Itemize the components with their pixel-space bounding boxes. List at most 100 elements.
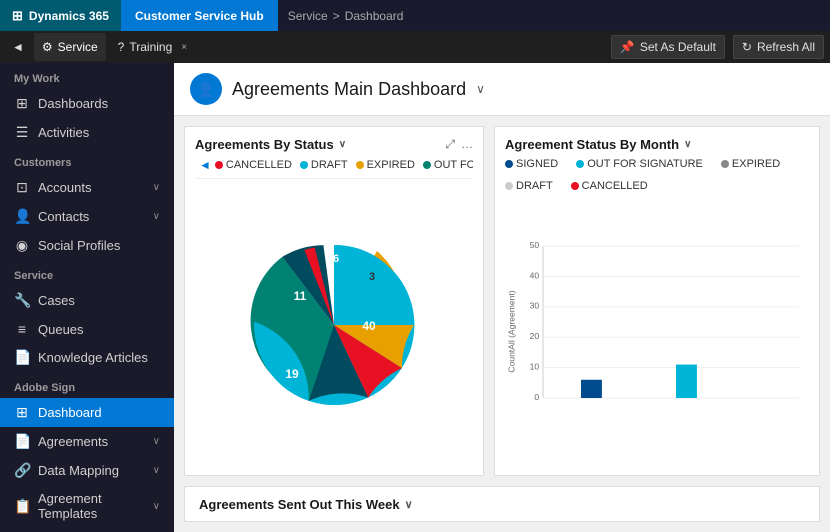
dynamics365-logo[interactable]: ⊞ Dynamics 365 bbox=[0, 0, 121, 31]
bar-out-for-sig-dot bbox=[576, 160, 584, 168]
data-mapping-icon: 🔗 bbox=[14, 462, 30, 479]
queues-icon: ≡ bbox=[14, 321, 30, 337]
tab-service[interactable]: ⚙ Service bbox=[34, 33, 106, 61]
out-for-sig-dot bbox=[423, 161, 431, 169]
sidebar-item-contacts[interactable]: 👤 Contacts ∨ bbox=[0, 202, 174, 231]
draft-dot bbox=[300, 161, 308, 169]
legend-cancelled: CANCELLED bbox=[215, 159, 292, 171]
service-section: Service bbox=[0, 260, 174, 286]
close-training-tab-button[interactable]: × bbox=[181, 42, 187, 53]
page-title: Agreements Main Dashboard bbox=[232, 79, 466, 100]
accounts-chevron-icon: ∨ bbox=[153, 182, 160, 193]
expired-dot bbox=[356, 161, 364, 169]
dynamics-grid-icon: ⊞ bbox=[12, 8, 23, 24]
dynamics-label: Dynamics 365 bbox=[29, 9, 109, 23]
sidebar-item-agreement-templates[interactable]: 📋 Agreement Templates ∨ bbox=[0, 485, 174, 527]
sidebar-item-cases[interactable]: 🔧 Cases bbox=[0, 286, 174, 315]
bar-legend-out-for-sig: OUT FOR SIGNATURE bbox=[576, 158, 703, 170]
bar-legend-expired: EXPIRED bbox=[721, 158, 780, 170]
dashboard-icon-circle: 👤 bbox=[190, 73, 222, 105]
set-default-button[interactable]: 📌 Set As Default bbox=[611, 35, 725, 59]
sidebar-item-queues[interactable]: ≡ Queues bbox=[0, 315, 174, 343]
dashboard-dropdown-chevron-icon[interactable]: ∨ bbox=[476, 82, 485, 96]
bar-chart-title: Agreement Status By Month ∨ bbox=[505, 137, 691, 152]
svg-text:10: 10 bbox=[530, 362, 540, 372]
back-icon: ◄ bbox=[12, 40, 24, 54]
sidebar-item-admin-settings[interactable]: ⚙ Admin Settings bbox=[0, 527, 174, 532]
bar-chart-header: Agreement Status By Month ∨ bbox=[505, 137, 809, 152]
pie-chart-visual: 40 19 11 6 3 bbox=[195, 185, 473, 465]
bar-draft-dot bbox=[505, 182, 513, 190]
pie-chart-title: Agreements By Status ∨ bbox=[195, 137, 346, 152]
svg-text:30: 30 bbox=[530, 301, 540, 311]
content-area: 👤 Agreements Main Dashboard ∨ Agreements… bbox=[174, 63, 830, 532]
sidebar: My Work ⊞ Dashboards ☰ Activities Custom… bbox=[0, 63, 174, 532]
bottom-chevron-icon[interactable]: ∨ bbox=[405, 498, 413, 511]
activities-icon: ☰ bbox=[14, 124, 30, 141]
pie-chart-header: Agreements By Status ∨ ⤢ … bbox=[195, 137, 473, 152]
bar-chart-chevron-icon[interactable]: ∨ bbox=[684, 139, 691, 150]
cancelled-dot bbox=[215, 161, 223, 169]
bar-group1-signed bbox=[581, 380, 602, 398]
breadcrumb: Service > Dashboard bbox=[278, 9, 414, 23]
sidebar-item-agreements[interactable]: 📄 Agreements ∨ bbox=[0, 427, 174, 456]
sidebar-item-social-profiles[interactable]: ◉ Social Profiles bbox=[0, 231, 174, 260]
nav-back-button[interactable]: ◄ bbox=[6, 33, 30, 61]
legend-out-for-sig: OUT FOR S… bbox=[423, 159, 473, 171]
my-work-section: My Work bbox=[0, 63, 174, 89]
bar-legend-signed: SIGNED bbox=[505, 158, 558, 170]
dashboards-icon: ⊞ bbox=[14, 95, 30, 112]
refresh-all-button[interactable]: ↻ Refresh All bbox=[733, 35, 824, 59]
sidebar-item-dashboard[interactable]: ⊞ Dashboard bbox=[0, 398, 174, 427]
pie-legend: ◄ CANCELLED DRAFT EXPIRED bbox=[195, 158, 473, 179]
knowledge-icon: 📄 bbox=[14, 349, 30, 366]
sidebar-item-knowledge-articles[interactable]: 📄 Knowledge Articles bbox=[0, 343, 174, 372]
charts-row: Agreements By Status ∨ ⤢ … ◄ CANCELLED bbox=[174, 116, 830, 486]
accounts-icon: ⊡ bbox=[14, 179, 30, 196]
sidebar-item-data-mapping[interactable]: 🔗 Data Mapping ∨ bbox=[0, 456, 174, 485]
hub-label[interactable]: Customer Service Hub bbox=[121, 0, 278, 31]
svg-text:20: 20 bbox=[530, 331, 540, 341]
agreement-templates-chevron-icon: ∨ bbox=[153, 501, 160, 512]
pie-chart-actions: ⤢ … bbox=[445, 137, 473, 152]
secondary-navigation: ◄ ⚙ Service ? Training × 📌 Set As Defaul… bbox=[0, 31, 830, 63]
service-tab-icon: ⚙ bbox=[42, 40, 53, 54]
more-options-icon[interactable]: … bbox=[461, 137, 473, 152]
social-profiles-icon: ◉ bbox=[14, 237, 30, 254]
svg-text:50: 50 bbox=[530, 240, 540, 250]
pie-chart-chevron-icon[interactable]: ∨ bbox=[339, 139, 346, 150]
svg-text:40: 40 bbox=[530, 270, 540, 280]
dashboard-user-icon: 👤 bbox=[197, 81, 214, 98]
agreements-chevron-icon: ∨ bbox=[153, 436, 160, 447]
agreement-templates-icon: 📋 bbox=[14, 498, 30, 515]
bar-legend-draft: DRAFT bbox=[505, 180, 553, 192]
svg-text:0: 0 bbox=[534, 392, 539, 402]
contacts-icon: 👤 bbox=[14, 208, 30, 225]
legend-prev-arrow[interactable]: ◄ bbox=[195, 158, 215, 172]
svg-text:6: 6 bbox=[333, 253, 339, 265]
contacts-chevron-icon: ∨ bbox=[153, 211, 160, 222]
sidebar-item-accounts[interactable]: ⊡ Accounts ∨ bbox=[0, 173, 174, 202]
nav-actions: 📌 Set As Default ↻ Refresh All bbox=[611, 35, 824, 59]
sidebar-item-dashboards[interactable]: ⊞ Dashboards bbox=[0, 89, 174, 118]
bar-legend: SIGNED OUT FOR SIGNATURE EXPIRED DRAFT bbox=[505, 158, 809, 192]
tab-training[interactable]: ? Training × bbox=[110, 33, 195, 61]
expand-icon[interactable]: ⤢ bbox=[445, 137, 455, 152]
data-mapping-chevron-icon: ∨ bbox=[153, 465, 160, 476]
bar-group2-out-for-sig bbox=[676, 365, 697, 398]
bar-expired-dot bbox=[721, 160, 729, 168]
refresh-icon: ↻ bbox=[742, 40, 752, 54]
sidebar-item-activities[interactable]: ☰ Activities bbox=[0, 118, 174, 147]
bar-legend-cancelled: CANCELLED bbox=[571, 180, 648, 192]
signed-dot bbox=[505, 160, 513, 168]
pin-icon: 📌 bbox=[620, 40, 635, 54]
bottom-section: Agreements Sent Out This Week ∨ bbox=[184, 486, 820, 522]
pie-chart-panel: Agreements By Status ∨ ⤢ … ◄ CANCELLED bbox=[184, 126, 484, 476]
top-navigation: ⊞ Dynamics 365 Customer Service Hub Serv… bbox=[0, 0, 830, 31]
adobe-sign-section: Adobe Sign bbox=[0, 372, 174, 398]
dashboard-header: 👤 Agreements Main Dashboard ∨ bbox=[174, 63, 830, 116]
svg-text:CountAll (Agreement): CountAll (Agreement) bbox=[507, 290, 517, 372]
svg-text:11: 11 bbox=[294, 289, 307, 303]
main-layout: My Work ⊞ Dashboards ☰ Activities Custom… bbox=[0, 63, 830, 532]
training-tab-icon: ? bbox=[118, 40, 125, 54]
